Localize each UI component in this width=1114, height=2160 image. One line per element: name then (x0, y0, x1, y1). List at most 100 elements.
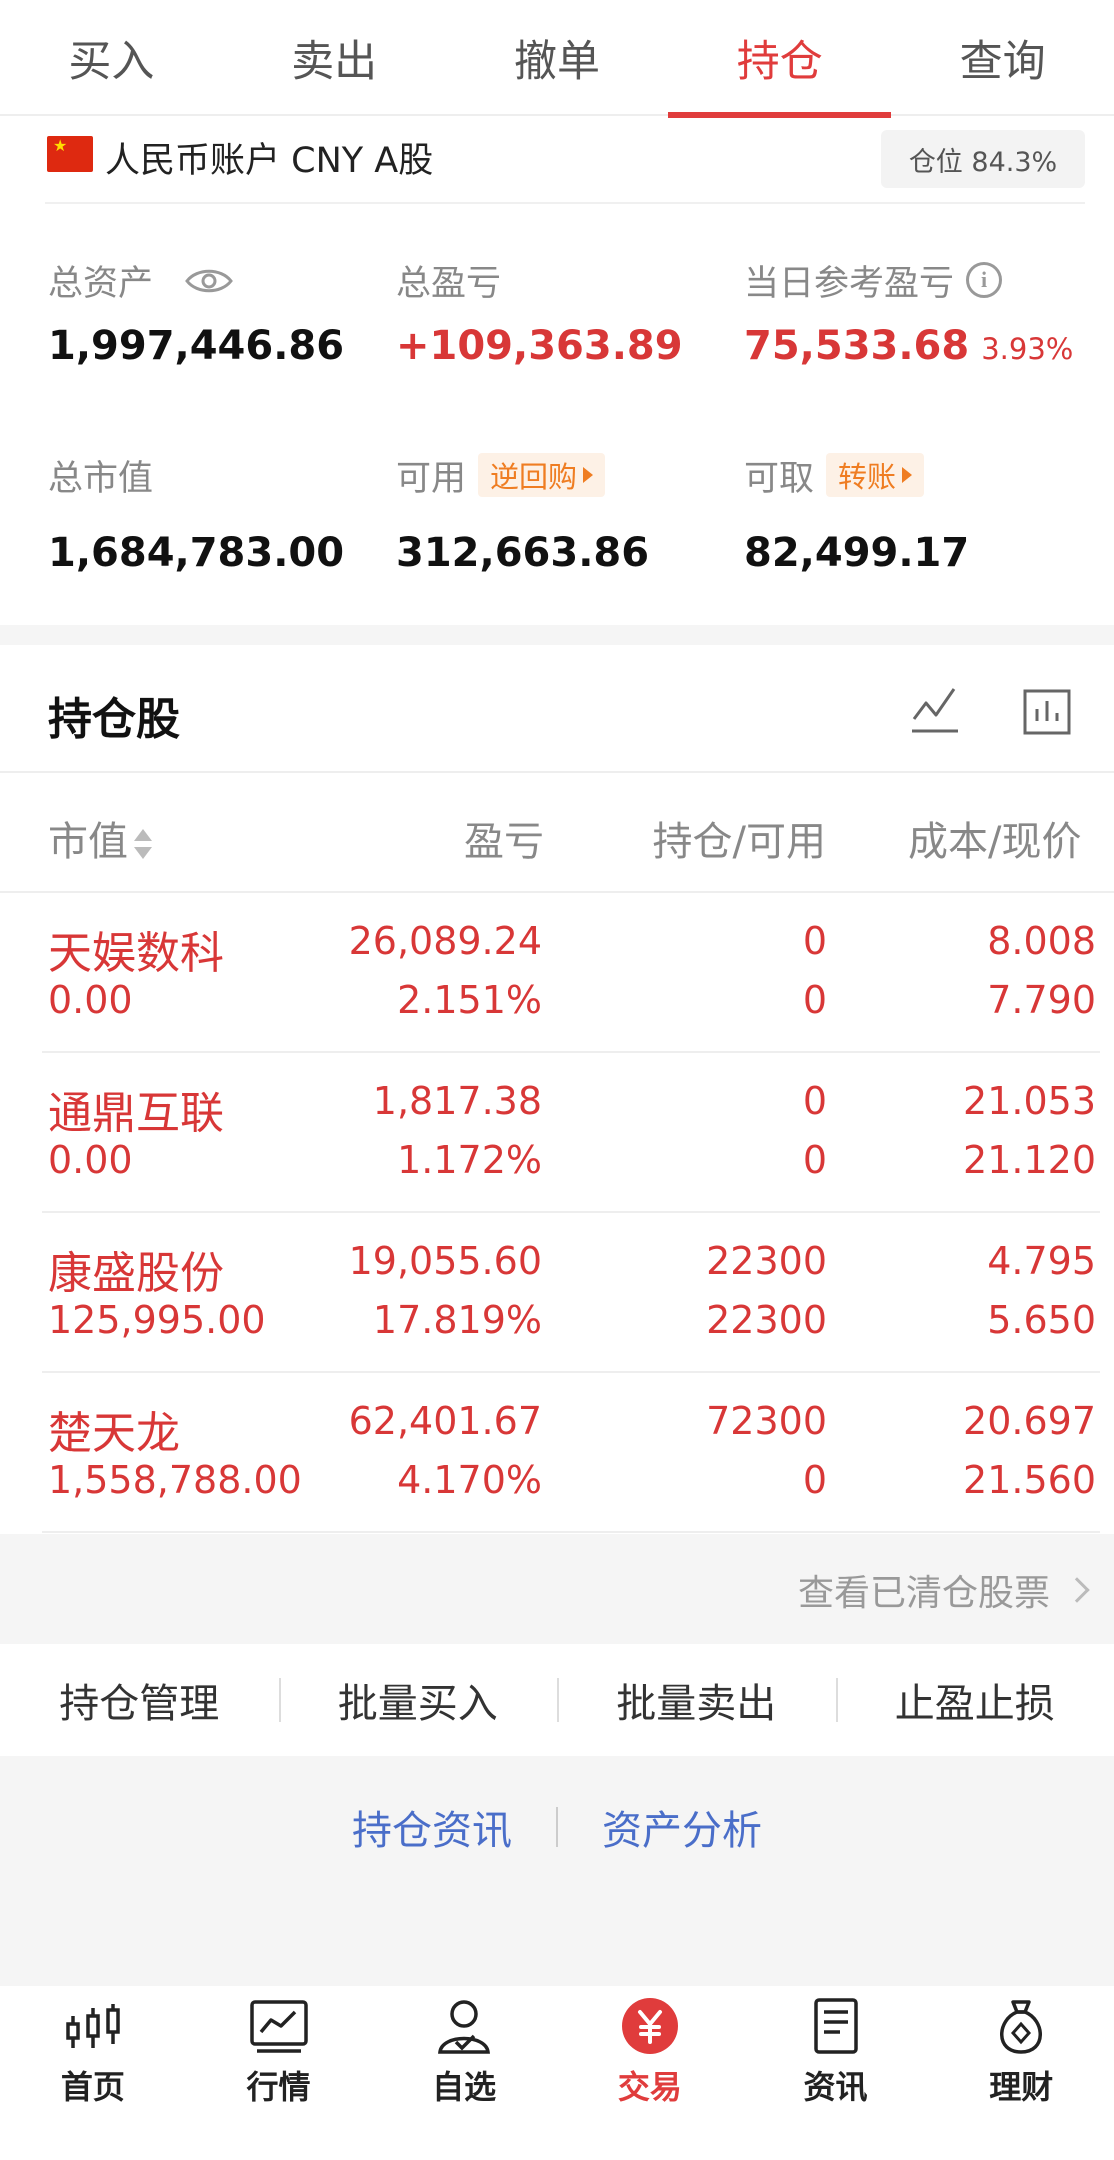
batch-buy-button[interactable]: 批量买入 (278, 1644, 558, 1756)
holding-actions: 持仓管理 批量买入 批量卖出 止盈止损 (0, 1644, 1114, 1756)
info-icon[interactable]: i (966, 262, 1003, 298)
info-links-area: 持仓资讯 资产分析 (0, 1756, 1114, 1986)
sort-icon[interactable] (132, 825, 152, 863)
line-chart-icon[interactable] (910, 683, 960, 739)
asset-summary: 总资产 1,997,446.86 总盈亏 +109,363.89 当日参考盈亏 … (0, 205, 1114, 625)
batch-sell-button[interactable]: 批量卖出 (557, 1644, 836, 1756)
document-icon (804, 1996, 868, 2056)
available-cell: 可用 逆回购 312,663.86 (396, 450, 736, 576)
tab-sell[interactable]: 卖出 (223, 0, 446, 116)
holdings-list: 天娱数科 0.00 26,089.24 2.151% 0 0 8.008 7.7… (0, 893, 1114, 1533)
tab-holdings[interactable]: 持仓 (668, 0, 891, 118)
bar-chart-icon[interactable] (1022, 683, 1072, 739)
daily-pl-label: 当日参考盈亏 (744, 263, 955, 304)
stock-available: 0 (802, 1138, 827, 1182)
stock-cost: 8.008 (987, 919, 1096, 963)
transfer-button[interactable]: 转账 (826, 453, 925, 497)
stock-holding: 0 (802, 1079, 827, 1123)
nav-market[interactable]: 行情 (186, 1986, 372, 2160)
column-cost-price[interactable]: 成本/现价 (908, 809, 1081, 867)
stock-pl-percent: 17.819% (372, 1298, 542, 1342)
stock-available: 22300 (706, 1298, 827, 1342)
withdrawable-cell: 可取 转账 82,499.17 (744, 450, 1084, 576)
yuan-coin-icon (618, 1996, 682, 2056)
withdrawable-label: 可取 (744, 458, 815, 499)
market-value-value: 1,684,783.00 (48, 530, 345, 576)
available-label: 可用 (396, 458, 467, 499)
account-row: 人民币账户 CNY A股 仓位 84.3% (45, 118, 1085, 204)
holding-row[interactable]: 通鼎互联 0.00 1,817.38 1.172% 0 0 21.053 21.… (0, 1053, 1114, 1213)
column-pl[interactable]: 盈亏 (464, 809, 544, 867)
account-name[interactable]: 人民币账户 CNY A股 (105, 132, 433, 183)
stock-cost: 4.795 (987, 1239, 1096, 1283)
stock-pl-percent: 1.172% (397, 1138, 542, 1182)
stock-market-value: 1,558,788.00 (48, 1458, 302, 1502)
total-assets-label: 总资产 (48, 263, 154, 304)
column-holding-available[interactable]: 持仓/可用 (653, 809, 826, 867)
stock-available: 0 (802, 978, 827, 1022)
holding-management-button[interactable]: 持仓管理 (0, 1644, 279, 1756)
stock-available: 0 (802, 1458, 827, 1502)
holding-news-link[interactable]: 持仓资讯 (352, 1798, 512, 1856)
total-assets-value: 1,997,446.86 (48, 323, 345, 369)
holdings-table-header: 市值 盈亏 持仓/可用 成本/现价 (0, 775, 1114, 893)
daily-pl-value: 75,533.68 (744, 323, 970, 369)
market-chart-icon (247, 1996, 311, 2056)
eye-icon[interactable] (185, 265, 233, 295)
position-ratio-badge: 仓位 84.3% (881, 130, 1085, 188)
take-profit-stop-loss-button[interactable]: 止盈止损 (835, 1644, 1114, 1756)
stock-cost: 21.053 (963, 1079, 1096, 1123)
stock-price: 21.120 (963, 1138, 1096, 1182)
market-value-cell: 总市值 1,684,783.00 (48, 450, 388, 577)
tab-cancel-order[interactable]: 撤单 (446, 0, 669, 116)
stock-pl: 26,089.24 (348, 919, 542, 963)
user-check-icon (432, 1996, 496, 2056)
tab-query[interactable]: 查询 (891, 0, 1114, 116)
stock-name: 通鼎互联 (48, 1088, 224, 1139)
stock-holding: 22300 (706, 1239, 827, 1283)
nav-news[interactable]: 资讯 (743, 1986, 929, 2160)
china-flag-icon (47, 136, 93, 172)
nav-watchlist[interactable]: 自选 (371, 1986, 557, 2160)
nav-home[interactable]: 首页 (0, 1986, 186, 2160)
triangle-right-icon (583, 467, 594, 483)
asset-analysis-link[interactable]: 资产分析 (602, 1798, 762, 1856)
total-pl-value: +109,363.89 (396, 323, 683, 369)
stock-pl: 19,055.60 (348, 1239, 542, 1283)
holding-row[interactable]: 天娱数科 0.00 26,089.24 2.151% 0 0 8.008 7.7… (0, 893, 1114, 1053)
link-divider (556, 1807, 558, 1847)
stock-pl: 1,817.38 (372, 1079, 542, 1123)
reverse-repo-button[interactable]: 逆回购 (478, 453, 606, 497)
cleared-stocks-bar: 查看已清仓股票 (0, 1534, 1114, 1644)
holding-row[interactable]: 楚天龙 1,558,788.00 62,401.67 4.170% 72300 … (0, 1373, 1114, 1533)
top-tab-bar: 买入 卖出 撤单 持仓 查询 (0, 0, 1114, 118)
tab-buy[interactable]: 买入 (0, 0, 223, 116)
nav-trade[interactable]: 交易 (557, 1986, 743, 2160)
nav-wealth[interactable]: 理财 (928, 1986, 1114, 2160)
stock-market-value: 0.00 (48, 1138, 133, 1182)
available-value: 312,663.86 (396, 530, 650, 576)
stock-pl: 62,401.67 (348, 1399, 542, 1443)
stock-cost: 20.697 (963, 1399, 1096, 1443)
section-divider (0, 625, 1114, 645)
total-pl-label: 总盈亏 (396, 263, 502, 304)
stock-name: 天娱数科 (48, 928, 224, 979)
candlestick-icon (61, 1996, 125, 2056)
view-cleared-stocks-link[interactable]: 查看已清仓股票 (798, 1564, 1090, 1616)
stock-name: 康盛股份 (48, 1248, 224, 1299)
stock-market-value: 125,995.00 (48, 1298, 266, 1342)
chevron-right-icon (1064, 1577, 1090, 1603)
stock-price: 21.560 (963, 1458, 1096, 1502)
column-market-value[interactable]: 市值 (48, 809, 152, 867)
holding-row[interactable]: 康盛股份 125,995.00 19,055.60 17.819% 22300 … (0, 1213, 1114, 1373)
stock-holding: 0 (802, 919, 827, 963)
stock-name: 楚天龙 (48, 1408, 180, 1459)
money-bag-icon (989, 1996, 1053, 2056)
stock-holding: 72300 (706, 1399, 827, 1443)
total-assets-cell: 总资产 1,997,446.86 (48, 255, 388, 370)
bottom-nav: 首页 行情 自选 交易 资讯 理财 (0, 1986, 1114, 2160)
stock-price: 5.650 (987, 1298, 1096, 1342)
stock-price: 7.790 (987, 978, 1096, 1022)
stock-pl-percent: 4.170% (397, 1458, 542, 1502)
withdrawable-value: 82,499.17 (744, 530, 970, 576)
